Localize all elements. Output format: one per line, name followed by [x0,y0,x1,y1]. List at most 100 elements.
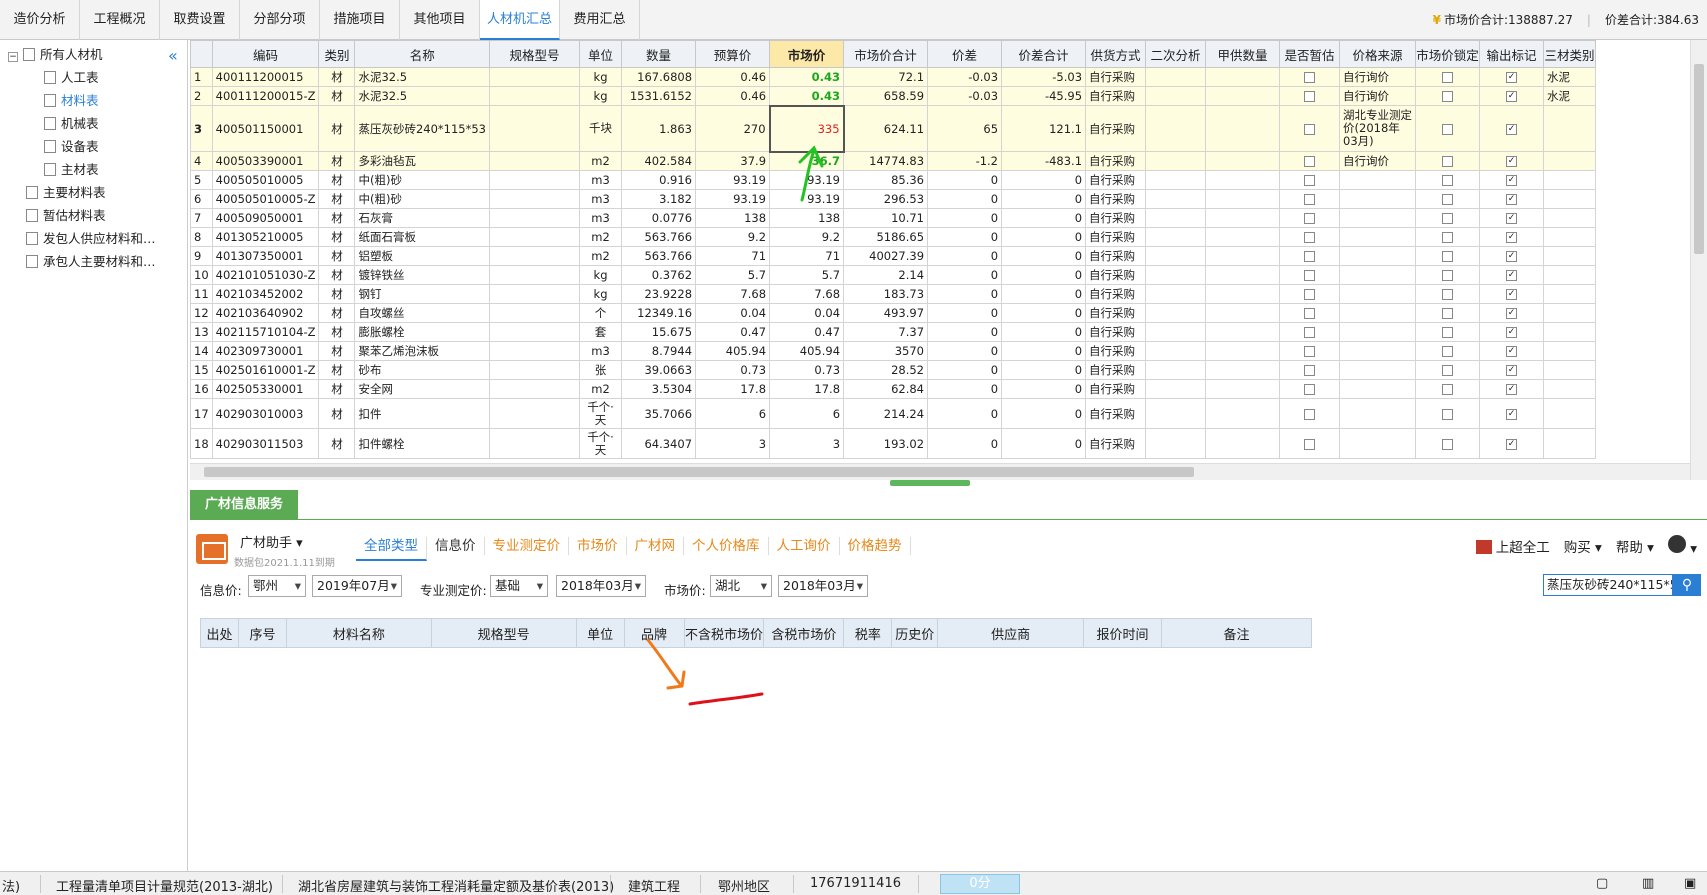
grid-cell-二次分析[interactable] [1145,105,1207,152]
grid-cell-编码[interactable]: 402505330001 [211,379,320,399]
grid-cell-名称[interactable]: 扣件 [354,398,491,429]
grid-cell-数量[interactable]: 39.0663 [621,360,697,380]
grid-cell-类别[interactable]: 材 [318,341,356,361]
grid-cell-[interactable]: 17 [190,398,213,429]
grid-header-0[interactable] [190,40,213,68]
grid-cell-价格来源[interactable]: 自行询价 [1339,151,1417,171]
grid-cell-输出标记[interactable]: ✓ [1479,360,1545,380]
grid-cell-预算价[interactable]: 0.04 [695,303,771,323]
grid-cell-预算价[interactable]: 9.2 [695,227,771,247]
panel-splitter[interactable] [890,480,970,486]
checkbox[interactable]: ✓ [1506,308,1518,319]
grid-cell-输出标记[interactable]: ✓ [1479,284,1545,304]
grid-cell-类别[interactable]: 材 [318,189,356,209]
grid-cell-价差[interactable]: 65 [927,105,1003,152]
grid-cell-价差[interactable]: 0 [927,428,1003,459]
grid-cell-数量[interactable]: 0.916 [621,170,697,190]
grid-cell-是否暂估[interactable] [1279,105,1341,152]
grid-cell-数量[interactable]: 64.3407 [621,428,697,459]
grid-cell-是否暂估[interactable] [1279,151,1341,171]
grid-cell-市场价[interactable]: 93.19 [769,189,845,209]
grid-cell-供货方式[interactable]: 自行采购 [1085,284,1147,304]
grid-row[interactable]: 7 400509050001 材石灰膏 m3 0.0776 138 138 10.71 0 0 自行… [190,208,1597,228]
grid-cell-是否暂估[interactable] [1279,246,1341,266]
grid-cell-规格型号[interactable] [489,265,581,285]
grid-cell-类别[interactable]: 材 [318,86,356,106]
grid-cell-[interactable]: 4 [190,151,213,171]
grid-cell-数量[interactable]: 0.0776 [621,208,697,228]
grid-cell-甲供数量[interactable] [1205,246,1281,266]
grid-cell-三材类别[interactable] [1543,265,1597,285]
grid-cell-预算价[interactable]: 5.7 [695,265,771,285]
grid-cell-价差合计[interactable]: 0 [1001,398,1087,429]
grid-cell-输出标记[interactable]: ✓ [1479,265,1545,285]
price-header-10[interactable]: 供应商 [937,618,1085,648]
grid-cell-市场价锁定[interactable] [1415,379,1481,399]
grid-cell-市场价锁定[interactable] [1415,322,1481,342]
grid-cell-单位[interactable]: 张 [579,360,623,380]
subtab-2[interactable]: 专业测定价 [485,537,569,555]
grid-cell-三材类别[interactable] [1543,246,1597,266]
grid-cell-三材类别[interactable] [1543,151,1597,171]
grid-cell-编码[interactable]: 400505010005-Z [211,189,320,209]
grid-cell-预算价[interactable]: 138 [695,208,771,228]
grid-header-3[interactable]: 名称 [354,40,491,68]
grid-cell-预算价[interactable]: 71 [695,246,771,266]
grid-cell-二次分析[interactable] [1145,428,1207,459]
checkbox[interactable] [1442,408,1454,420]
grid-cell-输出标记[interactable]: ✓ [1479,398,1545,429]
grid-cell-市场价锁定[interactable] [1415,360,1481,380]
grid-cell-价差合计[interactable]: 0 [1001,428,1087,459]
material-search-input[interactable]: 蒸压灰砂砖240*115*53 [1543,574,1673,596]
checkbox[interactable] [1442,346,1454,357]
grid-cell-价差合计[interactable]: 0 [1001,379,1087,399]
checkbox[interactable] [1304,91,1316,102]
checkbox[interactable]: ✓ [1506,123,1518,135]
tab-5[interactable]: 其他项目 [400,0,480,40]
collapse-left-icon[interactable]: « [168,46,178,65]
grid-cell-数量[interactable]: 15.675 [621,322,697,342]
grid-cell-价差[interactable]: 0 [927,341,1003,361]
grid-cell-编码[interactable]: 402103640902 [211,303,320,323]
grid-cell-名称[interactable]: 镀锌铁丝 [354,265,491,285]
grid-cell-价差合计[interactable]: 0 [1001,284,1087,304]
grid-cell-二次分析[interactable] [1145,398,1207,429]
grid-header-5[interactable]: 单位 [579,40,623,68]
grid-cell-[interactable]: 18 [190,428,213,459]
grid-cell-编码[interactable]: 400509050001 [211,208,320,228]
grid-cell-三材类别[interactable] [1543,170,1597,190]
grid-cell-输出标记[interactable]: ✓ [1479,227,1545,247]
grid-cell-名称[interactable]: 多彩油毡瓦 [354,151,491,171]
grid-cell-价格来源[interactable]: 自行询价 [1339,67,1417,87]
grid-cell-价差合计[interactable]: 0 [1001,246,1087,266]
grid-cell-类别[interactable]: 材 [318,67,356,87]
grid-cell-[interactable]: 5 [190,170,213,190]
grid-cell-甲供数量[interactable] [1205,341,1281,361]
checkbox[interactable] [1442,384,1454,395]
grid-cell-价差[interactable]: 0 [927,170,1003,190]
grid-cell-编码[interactable]: 400505010005 [211,170,320,190]
grid-cell-输出标记[interactable]: ✓ [1479,428,1545,459]
grid-cell-规格型号[interactable] [489,105,581,152]
grid-cell-类别[interactable]: 材 [318,208,356,228]
grid-cell-编码[interactable]: 402309730001 [211,341,320,361]
grid-cell-输出标记[interactable]: ✓ [1479,105,1545,152]
checkbox[interactable] [1304,270,1316,281]
tree-item-other-2[interactable]: 发包人供应材料和… [26,228,156,250]
price-header-4[interactable]: 单位 [575,618,625,648]
grid-cell-编码[interactable]: 402101051030-Z [211,265,320,285]
grid-cell-数量[interactable]: 167.6808 [621,67,697,87]
grid-cell-市场价[interactable]: 138 [769,208,845,228]
grid-cell-供货方式[interactable]: 自行采购 [1085,227,1147,247]
tree-item-other-1[interactable]: 暂估材料表 [26,205,106,227]
grid-cell-三材类别[interactable]: 水泥 [1543,86,1597,106]
grid-cell-单位[interactable]: 套 [579,322,623,342]
grid-cell-市场价[interactable]: 0.43 [769,86,845,106]
grid-cell-二次分析[interactable] [1145,360,1207,380]
grid-cell-甲供数量[interactable] [1205,227,1281,247]
grid-cell-市场价[interactable]: 9.2 [769,227,845,247]
grid-cell-是否暂估[interactable] [1279,398,1341,429]
buy-menu[interactable]: 购买 ▾ [1564,536,1602,556]
grid-cell-价差[interactable]: 0 [927,322,1003,342]
price-header-11[interactable]: 报价时间 [1083,618,1163,648]
